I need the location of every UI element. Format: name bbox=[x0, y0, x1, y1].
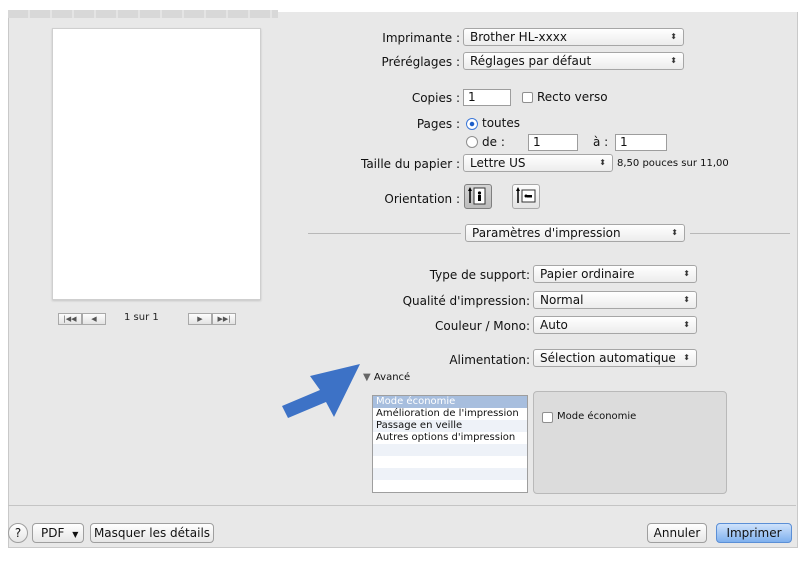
window-toolbar-strip bbox=[8, 10, 278, 18]
copies-label: Copies : bbox=[411, 91, 460, 105]
color-mode-value: Auto bbox=[540, 318, 568, 332]
presets-label: Préréglages : bbox=[381, 55, 460, 69]
portrait-orientation-button[interactable] bbox=[464, 184, 492, 209]
pages-to-field[interactable]: 1 bbox=[615, 134, 667, 151]
pdf-menu-button[interactable]: PDF ▼ bbox=[32, 523, 84, 543]
next-page-button[interactable]: ▶ bbox=[188, 313, 212, 325]
paper-dimensions: 8,50 pouces sur 11,00 bbox=[617, 158, 729, 169]
paper-source-popup[interactable]: Sélection automatique ⬍ bbox=[533, 349, 697, 367]
paper-source-value: Sélection automatique bbox=[540, 351, 676, 365]
section-separator-right bbox=[690, 233, 790, 234]
pdf-label: PDF bbox=[41, 526, 65, 540]
popup-arrows-icon: ⬍ bbox=[599, 158, 606, 167]
presets-popup[interactable]: Réglages par défaut ⬍ bbox=[463, 52, 684, 70]
eco-mode-label: Mode économie bbox=[557, 411, 637, 422]
print-quality-popup[interactable]: Normal ⬍ bbox=[533, 291, 697, 309]
popup-arrows-icon: ⬍ bbox=[670, 32, 677, 41]
landscape-orientation-button[interactable] bbox=[512, 184, 540, 209]
pages-label: Pages : bbox=[416, 117, 460, 131]
duplex-label: Recto verso bbox=[537, 90, 608, 104]
print-button[interactable]: Imprimer bbox=[716, 523, 792, 543]
page-preview bbox=[52, 28, 261, 300]
media-type-popup[interactable]: Papier ordinaire ⬍ bbox=[533, 265, 697, 283]
first-page-button[interactable]: |◀◀ bbox=[58, 313, 82, 325]
portrait-orientation-icon bbox=[468, 187, 486, 205]
media-type-label: Type de support: bbox=[429, 268, 530, 282]
pages-all-radio[interactable] bbox=[466, 118, 478, 130]
previous-page-button[interactable]: ◀ bbox=[82, 313, 106, 325]
last-page-button[interactable]: ▶▶| bbox=[212, 313, 236, 325]
page-count-label: 1 sur 1 bbox=[124, 312, 159, 323]
arrow-pointer-icon bbox=[282, 364, 360, 418]
landscape-orientation-icon bbox=[516, 187, 536, 203]
orientation-label: Orientation : bbox=[384, 192, 460, 206]
cancel-button[interactable]: Annuler bbox=[647, 523, 707, 543]
copies-field[interactable]: 1 bbox=[463, 89, 511, 106]
popup-arrows-icon: ⬍ bbox=[683, 353, 690, 362]
list-item[interactable]: Autres options d'impression bbox=[373, 432, 527, 444]
presets-value: Réglages par défaut bbox=[470, 54, 592, 68]
popup-arrows-icon: ⬍ bbox=[670, 56, 677, 65]
list-item-empty bbox=[373, 444, 527, 456]
color-mode-popup[interactable]: Auto ⬍ bbox=[533, 316, 697, 334]
paper-size-label: Taille du papier : bbox=[360, 157, 460, 171]
print-quality-label: Qualité d'impression: bbox=[402, 294, 530, 308]
list-item[interactable]: Passage en veille bbox=[373, 420, 527, 432]
advanced-label: Avancé bbox=[373, 372, 411, 383]
popup-arrows-icon: ⬍ bbox=[671, 228, 678, 237]
pages-from-field[interactable]: 1 bbox=[528, 134, 578, 151]
preview-nav-back-group: |◀◀ ◀ bbox=[58, 313, 106, 325]
settings-section-popup[interactable]: Paramètres d'impression ⬍ bbox=[465, 224, 685, 242]
duplex-checkbox[interactable] bbox=[522, 92, 533, 103]
paper-source-label: Alimentation: bbox=[449, 353, 530, 367]
print-quality-value: Normal bbox=[540, 293, 584, 307]
eco-mode-checkbox[interactable] bbox=[542, 412, 553, 423]
list-item-empty bbox=[373, 468, 527, 480]
paper-size-value: Lettre US bbox=[470, 156, 526, 170]
popup-arrows-icon: ⬍ bbox=[683, 320, 690, 329]
disclosure-triangle-icon: ▼ bbox=[363, 372, 371, 383]
popup-arrows-icon: ⬍ bbox=[683, 269, 690, 278]
printer-value: Brother HL-xxxx bbox=[470, 30, 567, 44]
list-item-empty bbox=[373, 456, 527, 468]
section-separator-left bbox=[308, 233, 461, 234]
footer-separator bbox=[8, 505, 796, 506]
pages-range-radio[interactable] bbox=[466, 136, 478, 148]
pages-to-label: à : bbox=[593, 135, 609, 149]
pages-from-label: de : bbox=[482, 135, 505, 149]
printer-label: Imprimante : bbox=[382, 31, 460, 45]
advanced-disclosure[interactable]: ▼ Avancé bbox=[363, 372, 410, 383]
advanced-options-panel bbox=[533, 391, 727, 494]
printer-popup[interactable]: Brother HL-xxxx ⬍ bbox=[463, 28, 684, 46]
list-item[interactable]: Mode économie bbox=[373, 396, 527, 408]
popup-arrows-icon: ⬍ bbox=[683, 295, 690, 304]
chevron-down-icon: ▼ bbox=[72, 530, 79, 539]
preview-nav-forward-group: ▶ ▶▶| bbox=[188, 313, 236, 325]
media-type-value: Papier ordinaire bbox=[540, 267, 635, 281]
color-mode-label: Couleur / Mono: bbox=[435, 319, 530, 333]
list-item[interactable]: Amélioration de l'impression bbox=[373, 408, 527, 420]
advanced-options-list: Mode économie Amélioration de l'impressi… bbox=[372, 395, 528, 493]
help-button[interactable]: ? bbox=[8, 523, 28, 543]
list-item-empty bbox=[373, 480, 527, 492]
paper-size-popup[interactable]: Lettre US ⬍ bbox=[463, 154, 613, 172]
hide-details-button[interactable]: Masquer les détails bbox=[90, 523, 214, 543]
settings-section-value: Paramètres d'impression bbox=[472, 226, 621, 240]
pages-all-label: toutes bbox=[482, 116, 520, 130]
